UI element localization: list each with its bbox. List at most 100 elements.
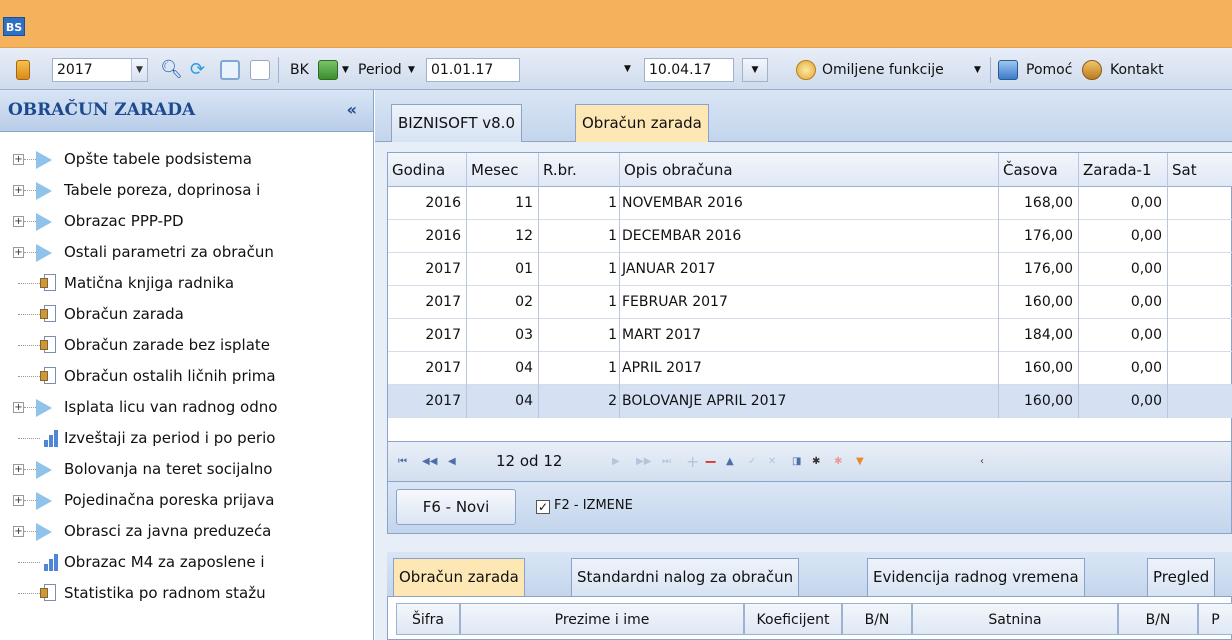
table-row[interactable]: 2017 03 1 MART 2017 184,00 0,00 — [388, 319, 1232, 352]
post-record-icon[interactable]: ✓ — [748, 456, 758, 468]
scroll-left-icon[interactable]: ‹ — [980, 456, 990, 468]
bk-label[interactable]: BK — [290, 58, 309, 82]
edit-checkbox[interactable]: ✓ — [536, 500, 550, 514]
expand-icon[interactable]: + — [13, 402, 24, 413]
tree-item[interactable]: Obračun ostalih ličnih prima — [0, 361, 374, 392]
folder-arrow-icon — [36, 151, 52, 169]
cell-mesec: 04 — [467, 385, 539, 418]
date-from-drop[interactable]: ▼ — [620, 58, 638, 82]
tree-item[interactable]: + Opšte tabele podsistema — [0, 144, 374, 175]
tree-item[interactable]: + Bolovanja na teret socijalno — [0, 454, 374, 485]
favorites-icon[interactable] — [796, 60, 816, 80]
tree-item[interactable]: + Ostali parametri za obračun — [0, 237, 374, 268]
expand-icon[interactable]: + — [13, 216, 24, 227]
column-header-bn[interactable]: B/N — [842, 603, 912, 635]
tree-item-label: Obrasci za javna preduzeća — [64, 522, 272, 540]
column-header-rbr[interactable]: R.br. — [539, 153, 620, 187]
next-page-icon[interactable]: ▶▶ — [636, 456, 651, 468]
new-button[interactable]: F6 - Novi — [396, 489, 516, 525]
cell-zarada1: 0,00 — [1079, 253, 1168, 286]
column-header-mesec[interactable]: Mesec — [467, 153, 539, 187]
cancel-record-icon[interactable]: ✕ — [768, 456, 778, 468]
table-row[interactable]: 2016 12 1 DECEMBAR 2016 176,00 0,00 — [388, 220, 1232, 253]
export-icon[interactable] — [318, 60, 338, 80]
column-header-p[interactable]: P — [1198, 603, 1232, 635]
tab-pregled[interactable]: Pregled — [1147, 558, 1216, 596]
refresh-record-icon[interactable]: ◨ — [792, 456, 802, 468]
export-dropdown-icon[interactable]: ▼ — [342, 58, 349, 82]
tab-standardni-nalog[interactable]: Standardni nalog za obračun — [571, 558, 800, 596]
contact-button[interactable]: Kontakt — [1110, 58, 1164, 82]
clear-bookmark-icon[interactable]: ✱ — [834, 456, 844, 468]
tree-item[interactable]: Obrazac M4 za zaposlene i — [0, 547, 374, 578]
period-menu[interactable]: Period — [358, 58, 402, 82]
table-row[interactable]: 2016 11 1 NOVEMBAR 2016 168,00 0,00 — [388, 187, 1232, 220]
collapse-icon[interactable]: « — [347, 100, 357, 119]
tab-biznisoft[interactable]: BIZNISOFT v8.0 — [391, 104, 522, 142]
chevron-down-icon[interactable]: ▼ — [131, 59, 147, 81]
table-row[interactable]: 2017 01 1 JANUAR 2017 176,00 0,00 — [388, 253, 1232, 286]
tree-item[interactable]: Izveštaji za period i po perio — [0, 423, 374, 454]
expand-icon[interactable]: + — [13, 526, 24, 537]
add-record-icon[interactable]: + — [686, 454, 699, 470]
column-header-satnina[interactable]: Satnina — [912, 603, 1118, 635]
last-record-icon[interactable]: ⏭ — [662, 456, 672, 468]
help-button[interactable]: Pomoć — [1026, 58, 1072, 82]
tree-item[interactable]: + Isplata licu van radnog odno — [0, 392, 374, 423]
expand-icon[interactable]: + — [13, 154, 24, 165]
column-header-bn-2[interactable]: B/N — [1118, 603, 1198, 635]
column-header-casova[interactable]: Časova — [999, 153, 1079, 187]
preview-icon[interactable] — [220, 60, 240, 80]
tree-item[interactable]: Matična knjiga radnika — [0, 268, 374, 299]
tab-obracun-zarada[interactable]: Obračun zarada — [575, 104, 709, 142]
date-to-input[interactable]: 10.04.17 — [644, 58, 734, 82]
column-header-prezime-ime[interactable]: Prezime i ime — [460, 603, 744, 635]
tree-item[interactable]: + Tabele poreza, doprinosa i — [0, 175, 374, 206]
period-dropdown-icon[interactable]: ▼ — [408, 58, 415, 82]
table-row[interactable]: 2017 04 1 APRIL 2017 160,00 0,00 — [388, 352, 1232, 385]
cell-casova: 184,00 — [999, 319, 1079, 352]
column-header-opis[interactable]: Opis obračuna — [620, 153, 999, 187]
expand-icon[interactable]: + — [13, 495, 24, 506]
tree-item[interactable]: + Obrazac PPP-PD — [0, 206, 374, 237]
tree-item[interactable]: Statistika po radnom stažu — [0, 578, 374, 609]
bookmark-icon[interactable]: ✱ — [812, 456, 822, 468]
column-header-zarada1[interactable]: Zarada-1 — [1079, 153, 1168, 187]
contact-icon[interactable] — [1082, 60, 1102, 80]
folder-arrow-icon — [36, 492, 52, 510]
page-icon[interactable] — [250, 60, 270, 80]
expand-icon[interactable]: + — [13, 185, 24, 196]
filter-icon[interactable]: ▼ — [856, 456, 866, 468]
folder-arrow-icon — [36, 461, 52, 479]
edit-checkbox-label[interactable]: F2 - IZMENE — [554, 498, 633, 513]
expand-icon[interactable]: + — [13, 247, 24, 258]
tab-obracun-zarada-detail[interactable]: Obračun zarada — [393, 558, 525, 596]
tree-item[interactable]: + Obrasci za javna preduzeća — [0, 516, 374, 547]
column-header-godina[interactable]: Godina — [388, 153, 467, 187]
expand-icon[interactable]: + — [13, 464, 24, 475]
column-header-sifra[interactable]: Šifra — [396, 603, 460, 635]
previous-record-icon[interactable]: ◀ — [448, 456, 458, 468]
tree-item[interactable]: Obračun zarada — [0, 299, 374, 330]
table-row-selected[interactable]: 2017 04 2 BOLOVANJE APRIL 2017 160,00 0,… — [388, 385, 1232, 418]
table-row[interactable]: 2017 02 1 FEBRUAR 2017 160,00 0,00 — [388, 286, 1232, 319]
search-icon[interactable]: 🔍︎ — [160, 58, 183, 82]
tree-item[interactable]: Obračun zarade bez isplate — [0, 330, 374, 361]
help-icon[interactable] — [998, 60, 1018, 80]
previous-page-icon[interactable]: ◀◀ — [422, 456, 437, 468]
column-header-sat[interactable]: Sat — [1168, 153, 1232, 187]
year-select[interactable]: 2017 ▼ — [52, 58, 148, 82]
tree-item[interactable]: + Pojedinačna poreska prijava — [0, 485, 374, 516]
database-icon[interactable] — [16, 60, 30, 80]
delete-record-icon[interactable]: − — [704, 454, 717, 470]
next-record-icon[interactable]: ▶ — [612, 456, 622, 468]
date-from-input[interactable]: 01.01.17 — [426, 58, 520, 82]
tab-evidencija-radnog-vremena[interactable]: Evidencija radnog vremena — [867, 558, 1085, 596]
favorites-dropdown-icon[interactable]: ▼ — [974, 58, 981, 82]
edit-record-icon[interactable]: ▲ — [726, 456, 736, 468]
date-to-drop[interactable]: ▼ — [742, 58, 768, 82]
column-header-koeficijent[interactable]: Koeficijent — [744, 603, 842, 635]
first-page-icon[interactable]: ⏮ — [398, 456, 408, 468]
favorites-menu[interactable]: Omiljene funkcije — [822, 58, 944, 82]
refresh-icon[interactable]: ⟳ — [190, 58, 205, 82]
